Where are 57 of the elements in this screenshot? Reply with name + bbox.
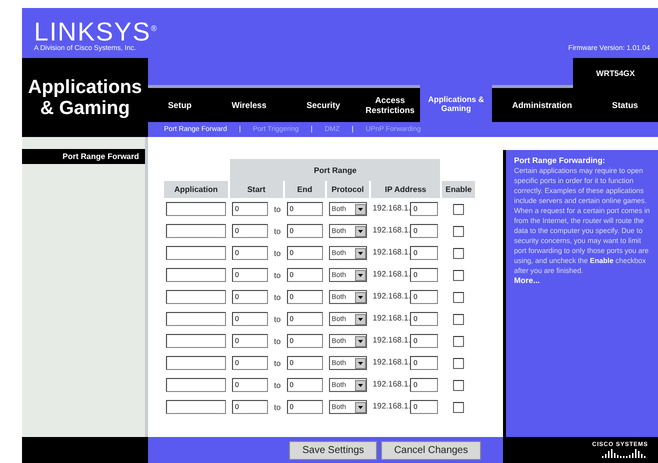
- ip-prefix: 192.168.1.: [372, 402, 410, 410]
- enable-checkbox[interactable]: [453, 226, 464, 236]
- ip-prefix: 192.168.1.: [372, 314, 410, 322]
- enable-checkbox[interactable]: [453, 314, 464, 324]
- column-header: Application: [164, 181, 228, 198]
- enable-checkbox[interactable]: [453, 402, 464, 412]
- enable-checkbox[interactable]: [453, 204, 464, 214]
- ip-prefix: 192.168.1.: [372, 380, 410, 388]
- range-label: to: [273, 270, 282, 282]
- range-label: to: [273, 336, 282, 348]
- enable-checkbox[interactable]: [453, 248, 464, 258]
- nav-tab[interactable]: Applications & Gaming: [420, 85, 492, 122]
- range-label: to: [273, 402, 282, 414]
- column-header: Start: [230, 181, 283, 198]
- ip-prefix: 192.168.1.: [372, 270, 410, 278]
- help-title: Port Range Forwarding:: [514, 156, 606, 166]
- range-label: to: [273, 314, 282, 326]
- application-field[interactable]: [166, 224, 226, 238]
- application-field[interactable]: [166, 312, 226, 326]
- cancel-button[interactable]: Cancel Changes: [381, 440, 481, 460]
- ip-prefix: 192.168.1.: [372, 358, 410, 366]
- model-name: WRT54GX: [595, 68, 636, 80]
- enable-checkbox[interactable]: [453, 292, 464, 302]
- ip-prefix: 192.168.1.: [372, 292, 410, 300]
- enable-checkbox[interactable]: [453, 270, 464, 280]
- save-button[interactable]: Save Settings: [289, 440, 378, 460]
- ip-prefix: 192.168.1.: [372, 226, 410, 234]
- sidebar-heading: Port Range Forward: [22, 149, 145, 164]
- application-field[interactable]: [166, 290, 226, 304]
- application-field[interactable]: [166, 356, 226, 370]
- range-label: to: [273, 204, 282, 216]
- range-label: to: [273, 380, 282, 392]
- range-label: to: [273, 358, 282, 370]
- column-header: Enable: [442, 181, 475, 198]
- application-field[interactable]: [166, 268, 226, 282]
- column-header: Protocol: [326, 181, 369, 198]
- column-group-header: Port Range: [230, 159, 440, 181]
- signal-bars-icon: [602, 448, 648, 458]
- application-field[interactable]: [166, 246, 226, 260]
- more-link[interactable]: More...: [514, 276, 650, 286]
- enable-checkbox[interactable]: [453, 380, 464, 390]
- ip-prefix: 192.168.1.: [372, 336, 410, 344]
- enable-checkbox[interactable]: [453, 358, 464, 368]
- application-field[interactable]: [166, 400, 226, 414]
- range-label: to: [273, 226, 282, 238]
- column-header: End: [284, 181, 325, 198]
- range-label: to: [273, 292, 282, 304]
- column-header: IP Address: [370, 181, 440, 198]
- brand-logo: LINKSYS$^{®}$: [34, 16, 158, 45]
- application-field[interactable]: [166, 202, 226, 216]
- ip-prefix: 192.168.1.: [372, 204, 410, 212]
- ip-prefix: 192.168.1.: [372, 248, 410, 256]
- range-label: to: [273, 248, 282, 260]
- application-field[interactable]: [166, 334, 226, 348]
- enable-checkbox[interactable]: [453, 336, 464, 346]
- section-title: Applications & Gaming: [26, 76, 143, 120]
- application-field[interactable]: [166, 378, 226, 392]
